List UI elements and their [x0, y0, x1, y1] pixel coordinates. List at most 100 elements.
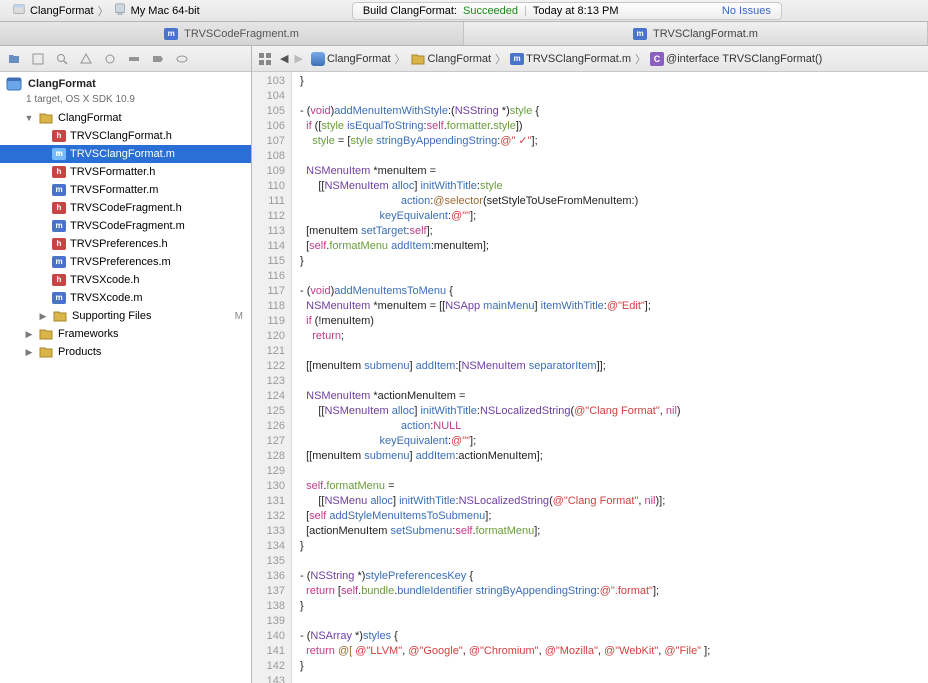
project-header[interactable]: ClangFormat	[0, 72, 251, 94]
tree-file[interactable]: mTRVSFormatter.m	[0, 181, 251, 199]
line-number[interactable]: 120	[252, 329, 285, 344]
code-line[interactable]: NSMenuItem *menuItem = [[NSApp mainMenu]…	[300, 299, 928, 314]
code-line[interactable]: }	[300, 74, 928, 89]
line-number[interactable]: 135	[252, 554, 285, 569]
code-line[interactable]: action:@selector(setStyleToUseFromMenuIt…	[300, 194, 928, 209]
code-line[interactable]: return @[ @"LLVM", @"Google", @"Chromium…	[300, 644, 928, 659]
code-line[interactable]: [self addStyleMenuItemsToSubmenu];	[300, 509, 928, 524]
symbol-nav-icon[interactable]	[30, 51, 46, 67]
source-editor[interactable]: 1031041051061071081091101111121131141151…	[252, 72, 928, 683]
crumb-file[interactable]: TRVSClangFormat.m	[526, 53, 631, 65]
jump-bar-path[interactable]: ClangFormat 〉 ClangFormat 〉 m TRVSClangF…	[311, 51, 822, 67]
code-line[interactable]: }	[300, 539, 928, 554]
code-line[interactable]: keyEquivalent:@""];	[300, 434, 928, 449]
line-number[interactable]: 116	[252, 269, 285, 284]
code-line[interactable]	[300, 149, 928, 164]
line-number[interactable]: 138	[252, 599, 285, 614]
line-number[interactable]: 130	[252, 479, 285, 494]
crumb-symbol[interactable]: @interface TRVSClangFormat()	[666, 53, 822, 65]
tree-file[interactable]: mTRVSCodeFragment.m	[0, 217, 251, 235]
line-number[interactable]: 124	[252, 389, 285, 404]
report-nav-icon[interactable]	[174, 51, 190, 67]
back-button[interactable]: ◀	[280, 52, 288, 65]
code-line[interactable]	[300, 89, 928, 104]
line-number[interactable]: 103	[252, 74, 285, 89]
code-line[interactable]: action:NULL	[300, 419, 928, 434]
code-content[interactable]: } - (void)addMenuItemWithStyle:(NSString…	[292, 72, 928, 683]
tree-folder[interactable]: ▼ClangFormat	[0, 109, 251, 127]
line-number[interactable]: 112	[252, 209, 285, 224]
breakpoint-nav-icon[interactable]	[150, 51, 166, 67]
code-line[interactable]: style = [style stringByAppendingString:@…	[300, 134, 928, 149]
code-line[interactable]: [[NSMenuItem alloc] initWithTitle:NSLoca…	[300, 404, 928, 419]
code-line[interactable]	[300, 554, 928, 569]
line-number[interactable]: 113	[252, 224, 285, 239]
line-number[interactable]: 126	[252, 419, 285, 434]
line-number[interactable]: 129	[252, 464, 285, 479]
line-number[interactable]: 117	[252, 284, 285, 299]
code-line[interactable]: - (NSString *)stylePreferencesKey {	[300, 569, 928, 584]
tree-file[interactable]: hTRVSClangFormat.h	[0, 127, 251, 145]
code-line[interactable]: return [self.bundle.bundleIdentifier str…	[300, 584, 928, 599]
code-line[interactable]: [[menuItem submenu] addItem:actionMenuIt…	[300, 449, 928, 464]
code-line[interactable]: }	[300, 254, 928, 269]
disclosure-triangle-icon[interactable]: ▶	[24, 329, 34, 340]
tree-file[interactable]: mTRVSXcode.m	[0, 289, 251, 307]
disclosure-triangle-icon[interactable]: ▼	[24, 113, 34, 123]
line-number[interactable]: 123	[252, 374, 285, 389]
code-line[interactable]: [[NSMenuItem alloc] initWithTitle:style	[300, 179, 928, 194]
line-number[interactable]: 115	[252, 254, 285, 269]
tree-folder[interactable]: ▶Supporting FilesM	[0, 307, 251, 325]
tab-codefragment[interactable]: m TRVSCodeFragment.m	[0, 22, 464, 45]
code-line[interactable]: keyEquivalent:@""];	[300, 209, 928, 224]
related-items-icon[interactable]	[258, 52, 272, 66]
line-number[interactable]: 106	[252, 119, 285, 134]
line-number[interactable]: 127	[252, 434, 285, 449]
code-line[interactable]: - (void)addMenuItemsToMenu {	[300, 284, 928, 299]
code-line[interactable]: NSMenuItem *actionMenuItem =	[300, 389, 928, 404]
issue-nav-icon[interactable]	[78, 51, 94, 67]
code-line[interactable]: if (!menuItem)	[300, 314, 928, 329]
crumb-folder[interactable]: ClangFormat	[428, 53, 492, 65]
code-line[interactable]	[300, 674, 928, 683]
code-line[interactable]: self.formatMenu =	[300, 479, 928, 494]
code-line[interactable]: }	[300, 659, 928, 674]
tree-file[interactable]: hTRVSCodeFragment.h	[0, 199, 251, 217]
forward-button[interactable]: ▶	[294, 52, 302, 65]
project-nav-icon[interactable]	[6, 51, 22, 67]
debug-nav-icon[interactable]	[126, 51, 142, 67]
project-tree[interactable]: ▼ClangFormathTRVSClangFormat.hmTRVSClang…	[0, 109, 251, 683]
line-number[interactable]: 141	[252, 644, 285, 659]
line-number[interactable]: 125	[252, 404, 285, 419]
line-number[interactable]: 131	[252, 494, 285, 509]
disclosure-triangle-icon[interactable]: ▶	[38, 311, 48, 322]
tree-folder[interactable]: ▶Frameworks	[0, 325, 251, 343]
line-number[interactable]: 143	[252, 674, 285, 683]
line-number[interactable]: 132	[252, 509, 285, 524]
tree-file[interactable]: hTRVSXcode.h	[0, 271, 251, 289]
disclosure-triangle-icon[interactable]: ▶	[24, 347, 34, 358]
line-gutter[interactable]: 1031041051061071081091101111121131141151…	[252, 72, 292, 683]
code-line[interactable]: NSMenuItem *menuItem =	[300, 164, 928, 179]
tree-file[interactable]: hTRVSFormatter.h	[0, 163, 251, 181]
line-number[interactable]: 111	[252, 194, 285, 209]
code-line[interactable]: [[menuItem submenu] addItem:[NSMenuItem …	[300, 359, 928, 374]
line-number[interactable]: 105	[252, 104, 285, 119]
tree-file[interactable]: mTRVSPreferences.m	[0, 253, 251, 271]
line-number[interactable]: 136	[252, 569, 285, 584]
code-line[interactable]: [self.formatMenu addItem:menuItem];	[300, 239, 928, 254]
line-number[interactable]: 119	[252, 314, 285, 329]
line-number[interactable]: 137	[252, 584, 285, 599]
tree-file[interactable]: mTRVSClangFormat.m	[0, 145, 251, 163]
code-line[interactable]: - (NSArray *)styles {	[300, 629, 928, 644]
code-line[interactable]	[300, 269, 928, 284]
line-number[interactable]: 140	[252, 629, 285, 644]
code-line[interactable]: }	[300, 599, 928, 614]
line-number[interactable]: 108	[252, 149, 285, 164]
code-line[interactable]: [[NSMenu alloc] initWithTitle:NSLocalize…	[300, 494, 928, 509]
line-number[interactable]: 134	[252, 539, 285, 554]
line-number[interactable]: 114	[252, 239, 285, 254]
line-number[interactable]: 110	[252, 179, 285, 194]
line-number[interactable]: 121	[252, 344, 285, 359]
test-nav-icon[interactable]	[102, 51, 118, 67]
